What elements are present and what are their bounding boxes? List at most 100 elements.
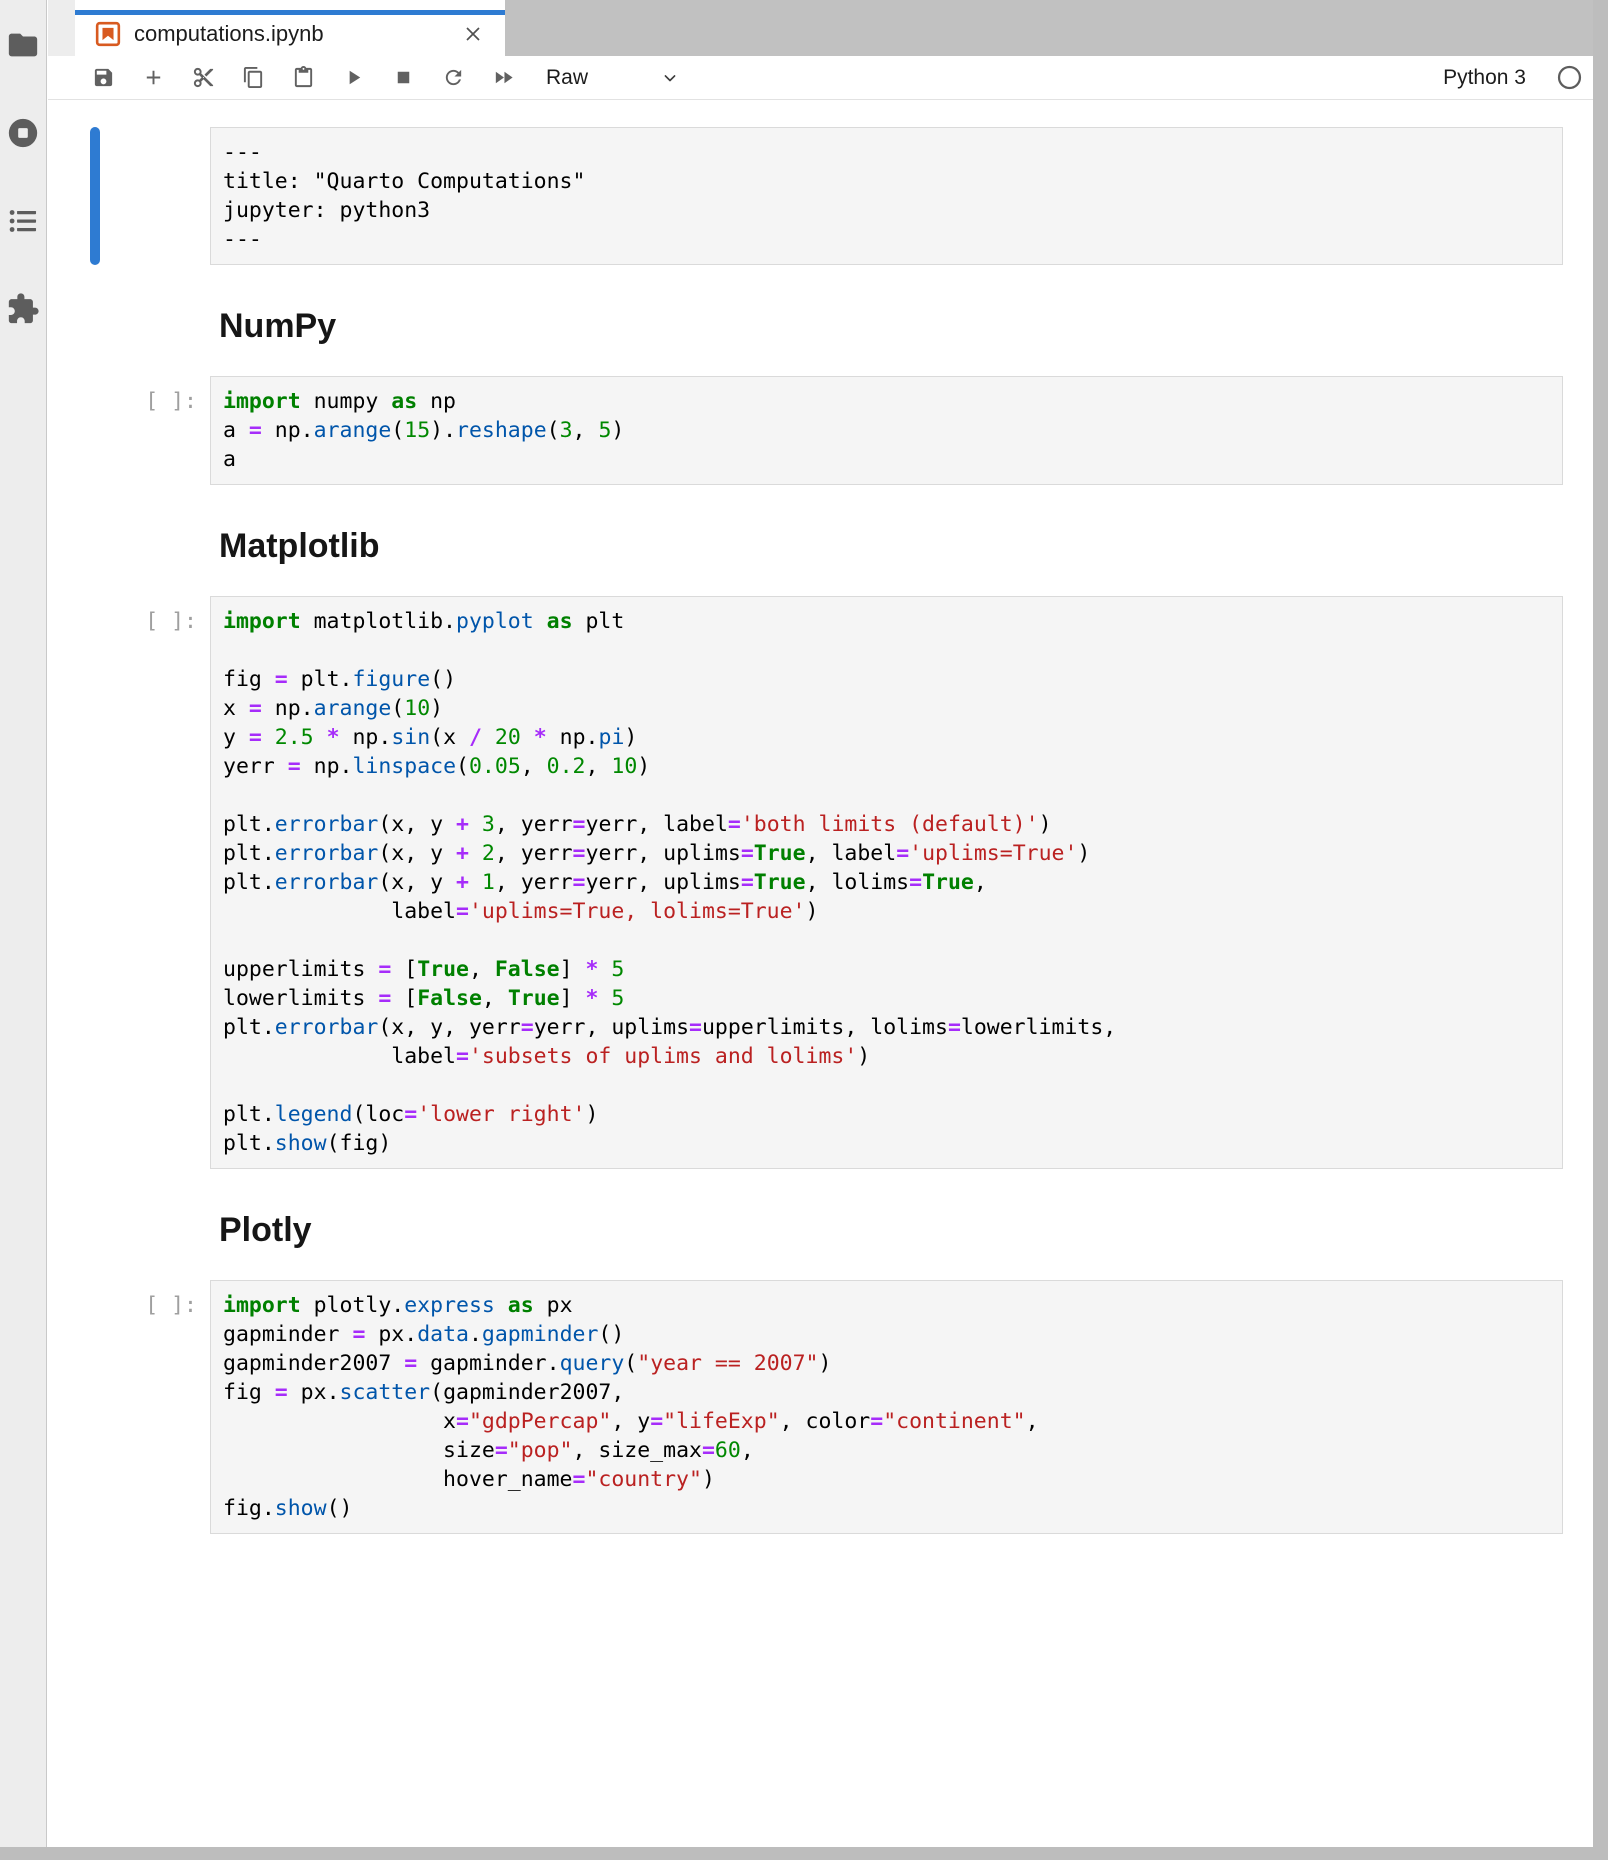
- folder-icon: [6, 28, 40, 62]
- run-icon: [342, 66, 365, 89]
- cell-editor[interactable]: ---title: "Quarto Computations"jupyter: …: [210, 127, 1563, 265]
- cell-gutter: [48, 127, 210, 265]
- chevron-down-icon: [660, 68, 680, 88]
- code-line: plt.errorbar(x, y, yerr=yerr, uplims=upp…: [223, 1013, 1550, 1042]
- cell-editor[interactable]: import numpy as npa = np.arange(15).resh…: [210, 376, 1563, 485]
- code-cell[interactable]: [ ]:import plotly.express as pxgapminder…: [48, 1280, 1593, 1534]
- restart-kernel-button[interactable]: [428, 60, 478, 96]
- markdown-cell[interactable]: Matplotlib: [48, 485, 1593, 596]
- paste-cell-button[interactable]: [278, 60, 328, 96]
- cell-code: import plotly.express as pxgapminder = p…: [223, 1291, 1550, 1523]
- cell-gutter: [48, 1169, 210, 1280]
- tab-title: computations.ipynb: [134, 21, 324, 47]
- stop-icon: [392, 66, 415, 89]
- code-line: ---: [223, 138, 1550, 167]
- cell-type-value: Raw: [546, 66, 588, 90]
- execution-prompt: [ ]:: [145, 387, 197, 416]
- code-line: [223, 636, 1550, 665]
- code-line: a = np.arange(15).reshape(3, 5): [223, 416, 1550, 445]
- code-line: gapminder2007 = gapminder.query("year ==…: [223, 1349, 1550, 1378]
- code-line: yerr = np.linspace(0.05, 0.2, 10): [223, 752, 1550, 781]
- code-line: y = 2.5 * np.sin(x / 20 * np.pi): [223, 723, 1550, 752]
- fast-forward-icon: [492, 66, 515, 89]
- sidebar-item-table-of-contents[interactable]: [6, 204, 40, 238]
- sidebar-item-extension-manager[interactable]: [6, 292, 40, 326]
- add-icon: [142, 66, 165, 89]
- notebook-cells: ---title: "Quarto Computations"jupyter: …: [48, 127, 1593, 1534]
- cell-code: import numpy as npa = np.arange(15).resh…: [223, 387, 1550, 474]
- sidebar-item-file-browser[interactable]: [6, 28, 40, 62]
- notebook-toolbar: Raw Python 3: [48, 56, 1593, 100]
- cell-code: import matplotlib.pyplot as plt fig = plt…: [223, 607, 1550, 1158]
- code-line: hover_name="country"): [223, 1465, 1550, 1494]
- restart-run-all-button[interactable]: [478, 60, 528, 96]
- kernel-idle-circle-icon: [1556, 64, 1583, 91]
- cut-icon: [192, 66, 215, 89]
- save-button[interactable]: [78, 60, 128, 96]
- code-line: upperlimits = [True, False] * 5: [223, 955, 1550, 984]
- sidebar-item-running-sessions[interactable]: [6, 116, 40, 150]
- active-tab-indicator: [75, 10, 505, 15]
- execution-prompt: [ ]:: [145, 1291, 197, 1320]
- tab-computations-ipynb[interactable]: computations.ipynb: [75, 0, 505, 56]
- cell-gutter: [ ]:: [48, 376, 210, 485]
- run-button[interactable]: [328, 60, 378, 96]
- code-line: fig = px.scatter(gapminder2007,: [223, 1378, 1550, 1407]
- stop-circle-icon: [6, 116, 40, 150]
- code-line: lowerlimits = [False, True] * 5: [223, 984, 1550, 1013]
- code-line: size="pop", size_max=60,: [223, 1436, 1550, 1465]
- code-line: fig.show(): [223, 1494, 1550, 1523]
- markdown-cell[interactable]: Plotly: [48, 1169, 1593, 1280]
- copy-icon: [242, 66, 265, 89]
- code-cell[interactable]: [ ]:import matplotlib.pyplot as pltfig =…: [48, 596, 1593, 1169]
- code-line: plt.legend(loc='lower right'): [223, 1100, 1550, 1129]
- kernel-indicator[interactable]: Python 3: [1443, 64, 1587, 91]
- code-cell[interactable]: [ ]: import numpy as npa = np.arange(15).…: [48, 376, 1593, 485]
- window-bottom-edge: [0, 1847, 1608, 1860]
- cell-collapser[interactable]: [90, 127, 100, 265]
- code-line: plt.show(fig): [223, 1129, 1550, 1158]
- code-line: import plotly.express as px: [223, 1291, 1550, 1320]
- cell-gutter: [ ]:: [48, 1280, 210, 1534]
- code-line: [223, 1071, 1550, 1100]
- jupyterlab-window: computations.ipynb: [0, 0, 1608, 1860]
- code-line: x = np.arange(10): [223, 694, 1550, 723]
- code-line: jupyter: python3: [223, 196, 1550, 225]
- code-line: [223, 781, 1550, 810]
- puzzle-icon: [6, 292, 40, 326]
- cell-code: ---title: "Quarto Computations"jupyter: …: [223, 138, 1550, 254]
- code-line: label='uplims=True, lolims=True'): [223, 897, 1550, 926]
- markdown-heading: Matplotlib: [219, 527, 380, 566]
- notebook-icon: [95, 21, 121, 47]
- markdown-heading: Plotly: [219, 1211, 312, 1250]
- copy-cell-button[interactable]: [228, 60, 278, 96]
- paste-icon: [292, 66, 315, 89]
- code-line: a: [223, 445, 1550, 474]
- code-line: label='subsets of uplims and lolims'): [223, 1042, 1550, 1071]
- kernel-name: Python 3: [1443, 66, 1526, 90]
- code-line: x="gdpPercap", y="lifeExp", color="conti…: [223, 1407, 1550, 1436]
- add-cell-button[interactable]: [128, 60, 178, 96]
- cell-type-dropdown[interactable]: Raw: [546, 66, 680, 90]
- cell-editor[interactable]: import plotly.express as pxgapminder = p…: [210, 1280, 1563, 1534]
- code-line: fig = plt.figure(): [223, 665, 1550, 694]
- code-line: plt.errorbar(x, y + 2, yerr=yerr, uplims…: [223, 839, 1550, 868]
- left-sidebar: [0, 0, 47, 1847]
- code-line: [223, 926, 1550, 955]
- notebook-panel[interactable]: ---title: "Quarto Computations"jupyter: …: [48, 100, 1593, 1847]
- stop-button[interactable]: [378, 60, 428, 96]
- code-line: import matplotlib.pyplot as plt: [223, 607, 1550, 636]
- raw-cell[interactable]: ---title: "Quarto Computations"jupyter: …: [48, 127, 1593, 265]
- cell-gutter: [48, 265, 210, 376]
- close-icon[interactable]: [461, 22, 485, 46]
- tab-bar: computations.ipynb: [48, 0, 1593, 56]
- code-line: title: "Quarto Computations": [223, 167, 1550, 196]
- code-line: import numpy as np: [223, 387, 1550, 416]
- markdown-heading: NumPy: [219, 307, 336, 346]
- cut-cell-button[interactable]: [178, 60, 228, 96]
- code-line: gapminder = px.data.gapminder(): [223, 1320, 1550, 1349]
- code-line: ---: [223, 225, 1550, 254]
- window-right-edge: [1593, 0, 1608, 1860]
- cell-editor[interactable]: import matplotlib.pyplot as plt fig = plt…: [210, 596, 1563, 1169]
- markdown-cell[interactable]: NumPy: [48, 265, 1593, 376]
